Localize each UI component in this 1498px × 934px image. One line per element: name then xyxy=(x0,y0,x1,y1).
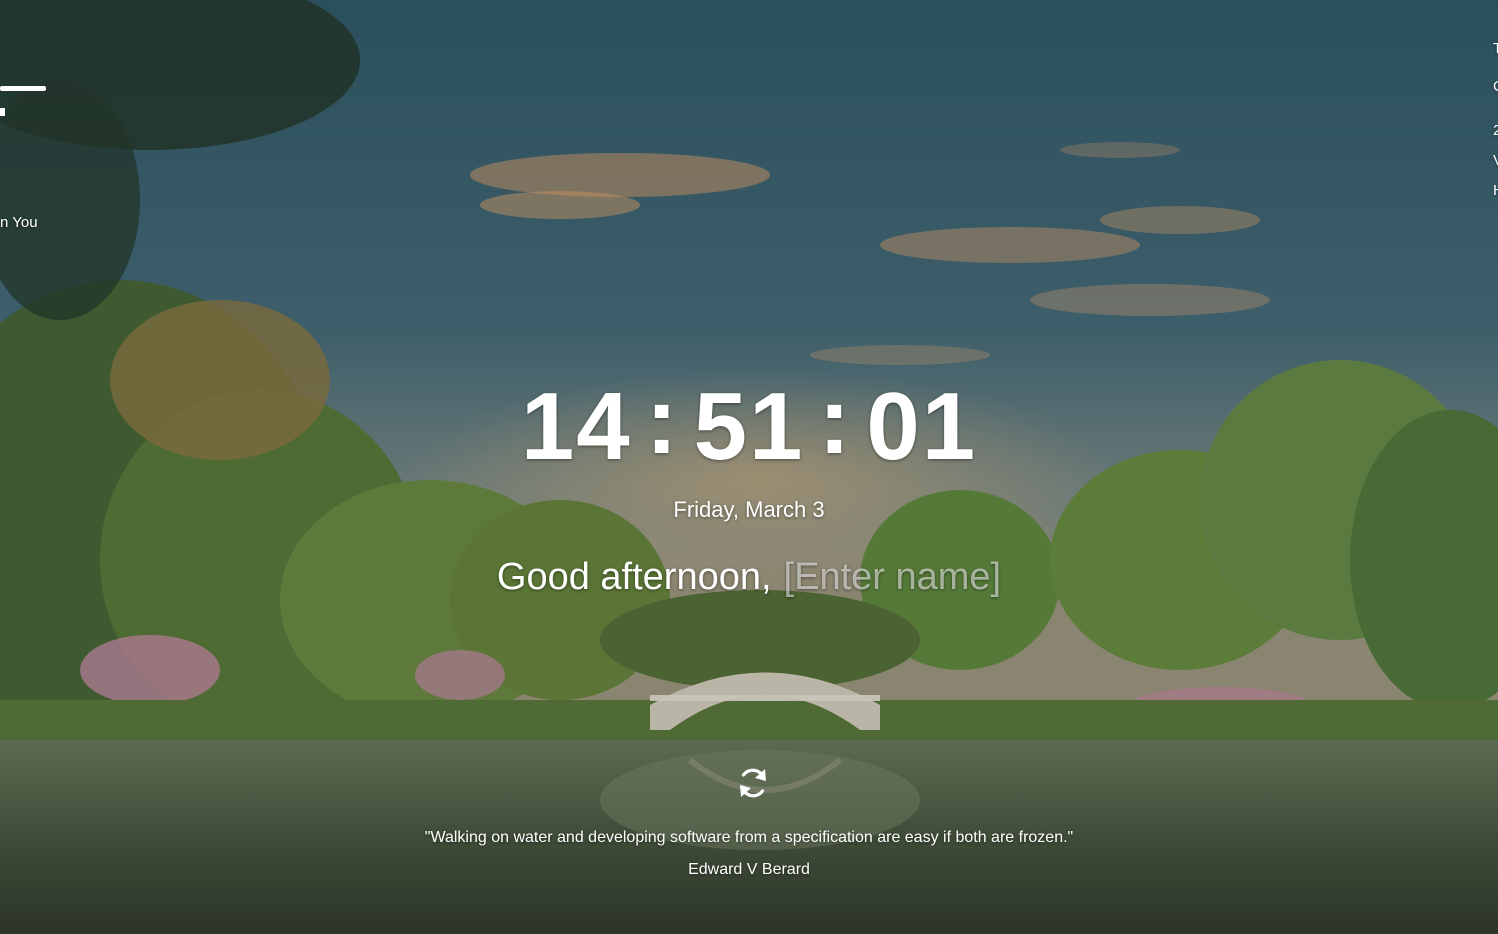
refresh-icon xyxy=(740,768,766,798)
greeting: Good afternoon, [Enter name] xyxy=(0,554,1498,600)
left-widget-bar[interactable] xyxy=(0,86,46,91)
name-input[interactable]: [Enter name] xyxy=(784,556,1002,598)
clock-separator: : xyxy=(818,367,853,474)
left-widget: n You xyxy=(0,86,60,246)
right-widget-line: T xyxy=(1493,40,1498,57)
clock: 14:51:01 xyxy=(0,367,1498,482)
right-widget: T C 2 V H xyxy=(1489,40,1498,210)
clock-seconds: 01 xyxy=(866,373,978,480)
left-widget-label: n You xyxy=(0,214,38,231)
clock-minutes: 51 xyxy=(693,373,805,480)
right-widget-line: V xyxy=(1493,152,1498,169)
quote-author: Edward V Berard xyxy=(688,861,810,878)
clock-hours: 14 xyxy=(520,373,632,480)
refresh-quote-button[interactable] xyxy=(734,764,772,802)
right-widget-line: C xyxy=(1493,78,1498,95)
date-label: Friday, March 3 xyxy=(673,497,825,522)
right-widget-line: H xyxy=(1493,182,1498,199)
greeting-text: Good afternoon, xyxy=(496,556,772,598)
clock-separator: : xyxy=(645,367,680,474)
quote-text: "Walking on water and developing softwar… xyxy=(424,829,1074,846)
right-widget-line: 2 xyxy=(1493,122,1498,139)
left-widget-marker xyxy=(0,108,5,116)
